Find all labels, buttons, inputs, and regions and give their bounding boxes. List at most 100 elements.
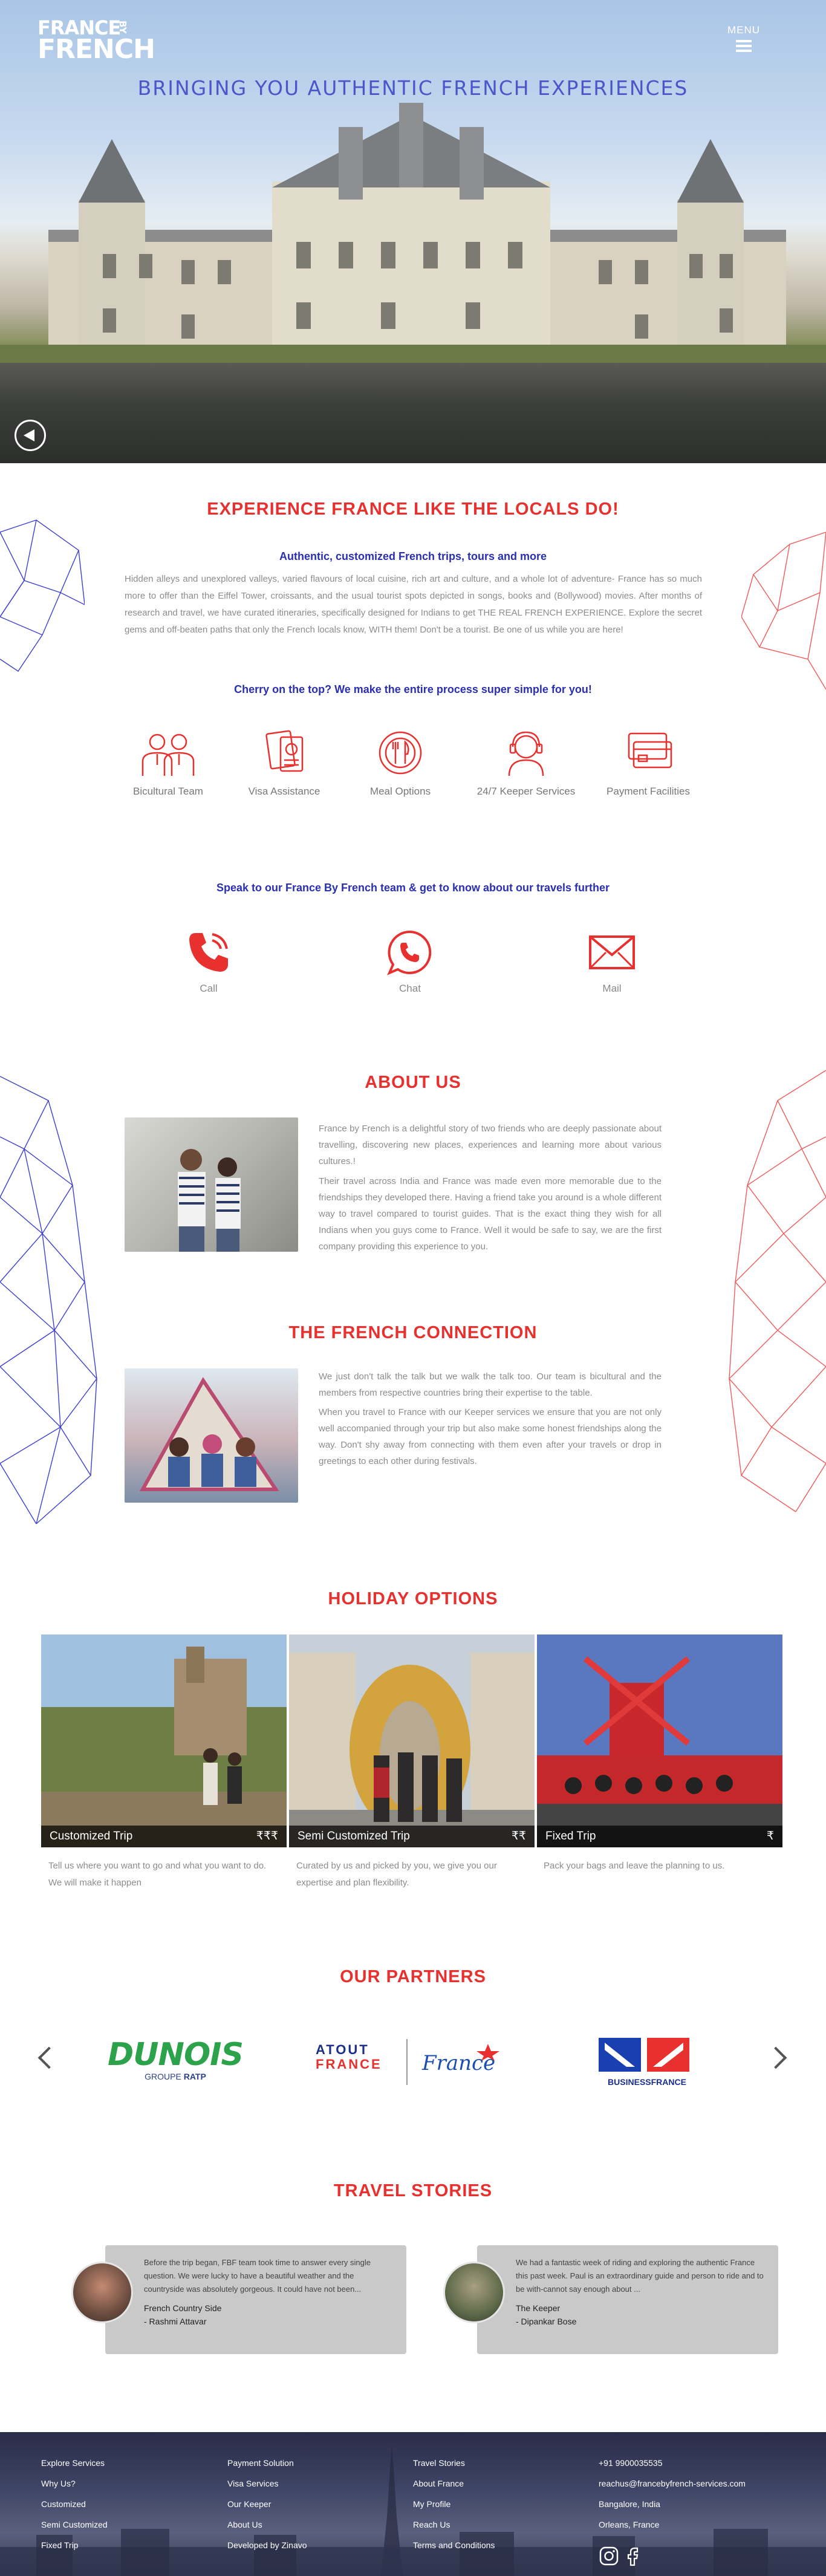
story-text: We had a fantastic week of riding and ex… bbox=[516, 2258, 764, 2294]
keeper-icon bbox=[508, 731, 544, 776]
hero-tagline: BRINGING YOU AUTHENTIC FRENCH EXPERIENCE… bbox=[137, 76, 689, 100]
feature-payment-facilities: Payment Facilities bbox=[591, 729, 706, 798]
business-france-text: BUSINESSFRANCE bbox=[608, 2077, 686, 2087]
partners-next-arrow-icon[interactable] bbox=[764, 2046, 787, 2069]
footer-phone[interactable]: +91 9900035535 bbox=[599, 2453, 746, 2473]
payment-icon bbox=[628, 732, 672, 769]
mesh-right-bottom-icon bbox=[729, 1070, 826, 1512]
footer-address-india: Bangalore, India bbox=[599, 2499, 660, 2509]
footer-col-1: Explore Services Why Us? Customized Semi… bbox=[41, 2453, 108, 2555]
story-trip: The Keeper bbox=[516, 2303, 561, 2313]
card-price: ₹₹₹ bbox=[256, 1830, 278, 1843]
atout-text: ATOUT bbox=[316, 2042, 369, 2057]
mail-icon bbox=[589, 935, 635, 969]
chat-button[interactable]: Chat bbox=[362, 928, 458, 995]
footer-link[interactable]: Our Keeper bbox=[227, 2494, 307, 2514]
menu-button[interactable]: MENU bbox=[727, 24, 760, 52]
hamburger-icon bbox=[736, 40, 752, 52]
story-avatar-2 bbox=[443, 2262, 505, 2323]
partners-prev-arrow-icon[interactable] bbox=[37, 2046, 60, 2069]
holiday-heading: HOLIDAY OPTIONS bbox=[328, 1589, 498, 1608]
footer-col-4: +91 9900035535 reachus@francebyfrench-se… bbox=[599, 2453, 746, 2535]
card-description: Tell us where you want to go and what yo… bbox=[48, 1861, 267, 1888]
sound-toggle-icon[interactable] bbox=[15, 420, 46, 451]
footer-link[interactable]: Why Us? bbox=[41, 2473, 108, 2494]
dunois-wordmark: DUNOIS bbox=[108, 2037, 244, 2073]
mesh-right-top-icon bbox=[741, 532, 826, 690]
footer-link[interactable]: Terms and Conditions bbox=[413, 2535, 495, 2555]
chat-icon bbox=[387, 930, 432, 975]
experience-body: Hidden alleys and unexplored valleys, va… bbox=[125, 574, 702, 635]
mail-button[interactable]: Mail bbox=[564, 928, 660, 995]
card-price: ₹ bbox=[766, 1830, 774, 1843]
footer-email[interactable]: reachus@francebyfrench-services.com bbox=[599, 2473, 746, 2494]
feature-bicultural-team: Bicultural Team bbox=[111, 729, 226, 798]
feature-visa-assistance: Visa Assistance bbox=[227, 729, 342, 798]
customized-trip-photo bbox=[41, 1634, 287, 1847]
feature-label: 24/7 Keeper Services bbox=[476, 785, 576, 797]
card-title: Fixed Trip bbox=[545, 1830, 596, 1843]
call-button[interactable]: Call bbox=[160, 928, 257, 995]
experience-heading: EXPERIENCE FRANCE LIKE THE LOCALS DO! bbox=[207, 499, 619, 519]
partner-dunois-logo: DUNOIS GROUPE RATP bbox=[85, 2039, 266, 2081]
dunois-group-text: GROUPE bbox=[145, 2072, 181, 2081]
story-avatar-1 bbox=[71, 2262, 133, 2323]
mail-label: Mail bbox=[602, 983, 622, 994]
about-photo bbox=[125, 1117, 298, 1252]
footer-link[interactable]: Visa Services bbox=[227, 2473, 307, 2494]
footer-link[interactable]: Payment Solution bbox=[227, 2453, 307, 2473]
story-trip: French Country Side bbox=[144, 2303, 222, 2313]
card-title-bar: Fixed Trip ₹ bbox=[537, 1826, 782, 1847]
story-author: - Rashmi Attavar bbox=[144, 2317, 207, 2326]
star-icon bbox=[476, 2044, 499, 2061]
team-icon bbox=[141, 733, 195, 776]
footer-link[interactable]: Semi Customized bbox=[41, 2514, 108, 2535]
ratp-text: RATP bbox=[183, 2072, 206, 2081]
story-card-2[interactable]: We had a fantastic week of riding and ex… bbox=[477, 2245, 778, 2354]
mesh-left-bottom-icon bbox=[0, 1076, 97, 1524]
facebook-icon[interactable] bbox=[623, 2546, 643, 2566]
footer-link[interactable]: Explore Services bbox=[41, 2453, 108, 2473]
feature-label: Bicultural Team bbox=[133, 785, 203, 797]
hero-banner: FRANCE BY FRENCH MENU BRINGING YOU AUTHE… bbox=[0, 0, 826, 463]
holiday-card-semi-customized[interactable]: Semi Customized Trip ₹₹ bbox=[289, 1634, 535, 1847]
story-card-1[interactable]: Before the trip began, FBF team took tim… bbox=[105, 2245, 406, 2354]
menu-label: MENU bbox=[727, 24, 761, 36]
footer-col-3: Travel Stories About France My Profile R… bbox=[413, 2453, 495, 2555]
footer-link[interactable]: Fixed Trip bbox=[41, 2535, 108, 2555]
logo-by: BY bbox=[117, 21, 128, 34]
atout-france-text: FRANCE bbox=[316, 2057, 382, 2072]
castle-image bbox=[0, 103, 826, 375]
passport-icon bbox=[265, 730, 304, 772]
moat-water bbox=[0, 363, 826, 463]
footer-link[interactable]: Reach Us bbox=[413, 2514, 495, 2535]
card-title-bar: Customized Trip ₹₹₹ bbox=[41, 1826, 287, 1847]
call-label: Call bbox=[200, 983, 218, 994]
footer-link[interactable]: Customized bbox=[41, 2494, 108, 2514]
about-paragraph-1: France by French is a delightful story o… bbox=[319, 1124, 662, 1166]
about-paragraph-2: Their travel across India and France was… bbox=[319, 1176, 662, 1252]
experience-subheading: Authentic, customized French trips, tour… bbox=[279, 550, 547, 562]
site-logo[interactable]: FRANCE BY FRENCH bbox=[37, 17, 155, 63]
instagram-icon[interactable] bbox=[599, 2546, 619, 2566]
story-text: Before the trip began, FBF team took tim… bbox=[144, 2258, 371, 2294]
footer-link[interactable]: Developed by Zinavo bbox=[227, 2535, 307, 2555]
chat-label: Chat bbox=[399, 983, 421, 994]
footer-link[interactable]: Travel Stories bbox=[413, 2453, 495, 2473]
holiday-card-customized[interactable]: Customized Trip ₹₹₹ bbox=[41, 1634, 287, 1847]
holiday-card-fixed[interactable]: Fixed Trip ₹ bbox=[537, 1634, 782, 1847]
card-description: Pack your bags and leave the planning to… bbox=[544, 1861, 725, 1871]
contact-heading: Speak to our France By French team & get… bbox=[216, 882, 610, 894]
cherry-text: Cherry on the top? We make the entire pr… bbox=[234, 683, 592, 695]
phone-icon bbox=[189, 933, 228, 972]
feature-keeper-services: 24/7 Keeper Services bbox=[466, 729, 587, 798]
card-title-bar: Semi Customized Trip ₹₹ bbox=[289, 1826, 535, 1847]
footer-link[interactable]: My Profile bbox=[413, 2494, 495, 2514]
connection-paragraph-2: When you travel to France with our Keepe… bbox=[319, 1407, 662, 1466]
footer-link[interactable]: About Us bbox=[227, 2514, 307, 2535]
connection-paragraph-1: We just don't talk the talk but we walk … bbox=[319, 1371, 662, 1398]
footer-link[interactable]: About France bbox=[413, 2473, 495, 2494]
mesh-left-top-icon bbox=[0, 519, 85, 672]
feature-label: Payment Facilities bbox=[606, 785, 690, 797]
semi-customized-trip-photo bbox=[289, 1634, 535, 1847]
